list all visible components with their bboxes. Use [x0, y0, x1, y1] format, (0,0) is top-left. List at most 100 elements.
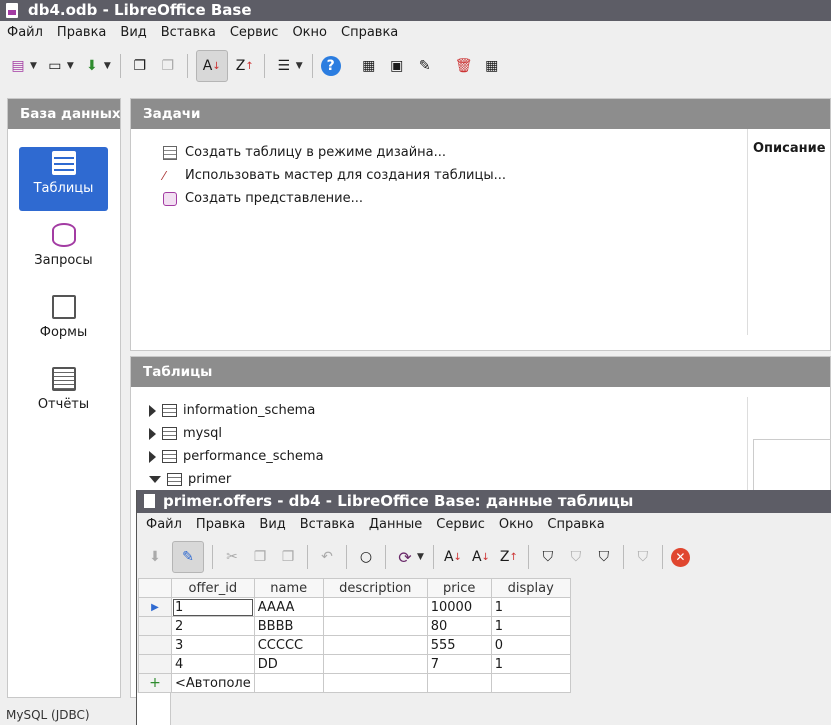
menu-edit[interactable]: Правка	[50, 21, 113, 45]
menu-tools[interactable]: Сервис	[223, 21, 286, 45]
grid-cell[interactable]: 4	[171, 654, 255, 674]
table-design-icon[interactable]: ▦	[358, 55, 380, 77]
tree-item-mysql[interactable]: mysql	[149, 426, 222, 441]
open-icon[interactable]: ▭	[44, 55, 66, 77]
grid-cell[interactable]: 80	[426, 616, 492, 636]
grid-cell[interactable]: 2	[171, 616, 255, 636]
standard-filter-icon[interactable]: ⛉	[593, 546, 615, 568]
grid-cell[interactable]	[322, 597, 428, 617]
rename-icon[interactable]: ▦	[481, 55, 503, 77]
edit-data-icon[interactable]: ✎	[172, 541, 204, 573]
tree-item-information-schema[interactable]: information_schema	[149, 403, 315, 418]
sort-descending-icon[interactable]: Z ↑	[234, 55, 256, 77]
sidebar-item-queries[interactable]: Запросы	[19, 219, 108, 283]
copy-icon[interactable]: ❐	[249, 546, 271, 568]
paste-icon[interactable]: ❐	[157, 55, 179, 77]
grid-cell[interactable]: <Автополе	[171, 673, 255, 693]
cut-icon[interactable]: ✂	[221, 546, 243, 568]
delete-icon[interactable]: 🗑	[453, 55, 475, 77]
sidebar-item-tables[interactable]: Таблицы	[19, 147, 108, 211]
grid-cell[interactable]: 1	[490, 597, 571, 617]
menu-view[interactable]: Вид	[252, 513, 292, 537]
grid-cell[interactable]: 3	[171, 635, 255, 655]
menu-tools[interactable]: Сервис	[429, 513, 492, 537]
grid-cell[interactable]: 1	[171, 597, 255, 617]
help-icon[interactable]: ?	[320, 56, 341, 76]
menu-insert[interactable]: Вставка	[293, 513, 362, 537]
new-document-icon[interactable]: ▤	[7, 55, 29, 77]
grid-cell[interactable]	[322, 654, 428, 674]
paste-icon[interactable]: ❐	[277, 546, 299, 568]
menu-data[interactable]: Данные	[362, 513, 429, 537]
add-row-icon[interactable]: +	[138, 673, 172, 693]
chevron-down-icon[interactable]: ▼	[67, 61, 74, 71]
task-create-view[interactable]: Создать представление...	[163, 191, 363, 206]
expand-arrow-icon[interactable]	[149, 404, 156, 417]
sort-descending-icon[interactable]: Z ↑	[498, 546, 520, 568]
grid-cell[interactable]: AAAA	[253, 597, 324, 617]
grid-cell[interactable]: BBBB	[253, 616, 324, 636]
row-header[interactable]	[138, 654, 172, 674]
expand-arrow-icon[interactable]	[149, 450, 156, 463]
refresh-icon[interactable]: ⟳	[394, 546, 416, 568]
chevron-down-icon[interactable]: ▼	[104, 61, 111, 71]
remove-filter-icon[interactable]: ⛉	[632, 546, 654, 568]
edit-icon[interactable]: ✎	[414, 55, 436, 77]
sidebar-item-reports[interactable]: Отчёты	[19, 363, 108, 427]
menu-window[interactable]: Окно	[285, 21, 334, 45]
save-icon[interactable]: ⬇	[81, 55, 103, 77]
grid-cell[interactable]	[253, 673, 324, 693]
grid-cell[interactable]: CCCCC	[253, 635, 324, 655]
sort-ascending-icon[interactable]: A ↓	[470, 546, 492, 568]
menu-edit[interactable]: Правка	[189, 513, 252, 537]
grid-cell[interactable]	[426, 673, 492, 693]
grid-cell[interactable]: 7	[426, 654, 492, 674]
sort-ascending-icon[interactable]: A ↓	[195, 50, 228, 82]
menu-help[interactable]: Справка	[334, 21, 405, 45]
row-header[interactable]	[138, 616, 172, 636]
column-header-price[interactable]: price	[426, 578, 492, 598]
task-table-wizard[interactable]: ⁄ Использовать мастер для создания табли…	[163, 168, 506, 183]
tree-item-performance-schema[interactable]: performance_schema	[149, 449, 324, 464]
chevron-down-icon[interactable]: ▼	[30, 61, 37, 71]
grid-cell[interactable]	[322, 673, 428, 693]
row-header[interactable]	[138, 635, 172, 655]
grid-cell[interactable]: 1	[490, 654, 571, 674]
grid-cell[interactable]	[490, 673, 571, 693]
column-header-description[interactable]: description	[322, 578, 428, 598]
open-object-icon[interactable]: ▣	[386, 55, 408, 77]
sidebar-item-forms[interactable]: Формы	[19, 291, 108, 355]
save-record-icon[interactable]: ⬇	[144, 546, 166, 568]
grid-cell[interactable]: 0	[490, 635, 571, 655]
tree-item-primer[interactable]: primer	[149, 472, 231, 487]
menu-window[interactable]: Окно	[492, 513, 541, 537]
autofilter-icon[interactable]: ⛉	[537, 546, 559, 568]
current-row-icon[interactable]: ▶	[138, 597, 172, 617]
task-create-design[interactable]: Создать таблицу в режиме дизайна...	[163, 145, 446, 160]
menu-file[interactable]: Файл	[139, 513, 189, 537]
find-icon[interactable]: ○	[355, 546, 377, 568]
menu-view[interactable]: Вид	[113, 21, 153, 45]
undo-icon[interactable]: ↶	[316, 546, 338, 568]
column-header-display[interactable]: display	[490, 578, 571, 598]
grid-cell[interactable]: DD	[253, 654, 324, 674]
grid-cell[interactable]	[322, 635, 428, 655]
grid-cell[interactable]	[322, 616, 428, 636]
column-header-name[interactable]: name	[253, 578, 324, 598]
apply-filter-icon[interactable]: ⛉	[565, 546, 587, 568]
collapse-arrow-icon[interactable]	[149, 476, 161, 483]
menu-insert[interactable]: Вставка	[154, 21, 223, 45]
grid-cell[interactable]: 1	[490, 616, 571, 636]
menu-help[interactable]: Справка	[540, 513, 611, 537]
close-icon[interactable]: ✕	[670, 547, 690, 567]
chevron-down-icon[interactable]: ▼	[296, 61, 303, 71]
chevron-down-icon[interactable]: ▼	[417, 552, 424, 562]
expand-arrow-icon[interactable]	[149, 427, 156, 440]
sort-icon[interactable]: A ↓	[442, 546, 464, 568]
column-header-offer-id[interactable]: offer_id	[171, 578, 255, 598]
grid-cell[interactable]: 555	[426, 635, 492, 655]
copy-icon[interactable]: ❐	[129, 55, 151, 77]
form-icon[interactable]: ☰	[273, 55, 295, 77]
grid-cell[interactable]: 10000	[426, 597, 492, 617]
menu-file[interactable]: Файл	[0, 21, 50, 45]
